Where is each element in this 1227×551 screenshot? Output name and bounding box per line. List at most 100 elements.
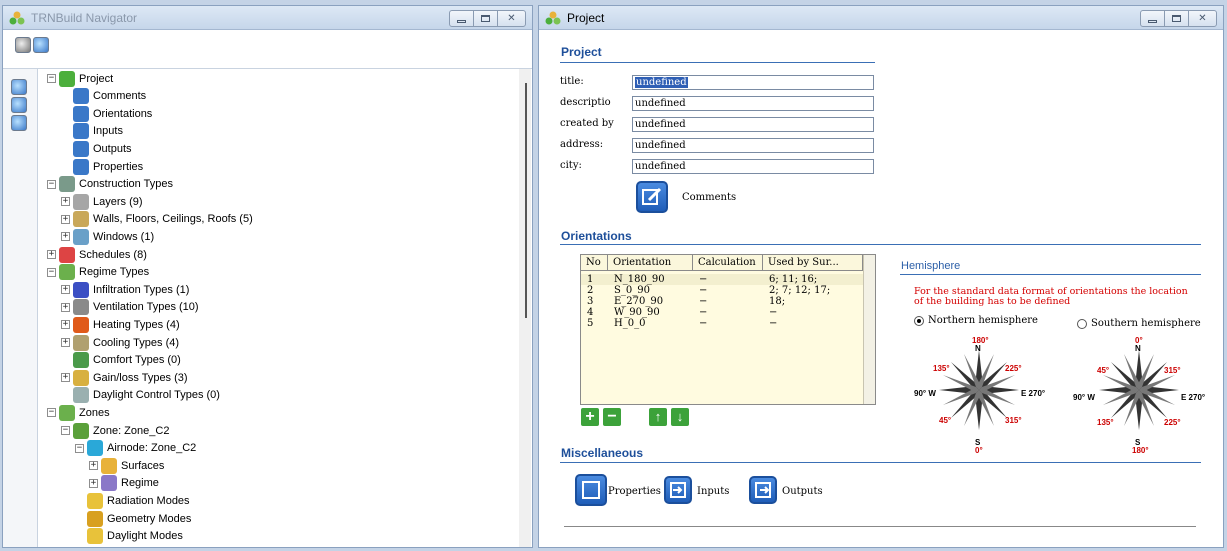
collapse-icon[interactable]: −	[47, 179, 56, 189]
tree-node-icon	[73, 369, 89, 386]
tree-node[interactable]: Comfort Types (0)	[61, 352, 181, 369]
expand-icon[interactable]: +	[61, 232, 70, 242]
tree-node[interactable]: − Construction Types	[47, 176, 173, 193]
table-row[interactable]: 3 E_270_90 − 18;	[581, 296, 863, 307]
tree-node[interactable]: Radiation Modes	[75, 492, 190, 509]
trnbuild-logo-icon	[9, 11, 25, 28]
move-up-button[interactable]: ↑	[649, 408, 667, 426]
tree-node[interactable]: − Zones	[47, 404, 110, 421]
tree-node[interactable]: + Layers (9)	[61, 193, 143, 210]
expand-icon[interactable]: +	[61, 338, 70, 347]
collapse-icon[interactable]: −	[47, 267, 56, 277]
navigator-titlebar: TRNBuild Navigator ✕	[3, 6, 532, 30]
maximize-button[interactable]	[474, 11, 498, 26]
tree-node[interactable]: + Ventilation Types (10)	[61, 299, 199, 316]
table-row[interactable]: 5 H_0_0 − −	[581, 318, 863, 329]
zoom-out-icon[interactable]	[11, 115, 27, 131]
table-header[interactable]: No	[581, 255, 608, 271]
field-input[interactable]: undefined	[632, 159, 874, 174]
close-button[interactable]: ✕	[498, 11, 525, 26]
table-header[interactable]: Calculation	[693, 255, 763, 271]
tree-node-label: Zones	[79, 406, 110, 419]
collapse-icon[interactable]: −	[47, 408, 56, 418]
northern-radio-dot[interactable]	[914, 315, 924, 326]
tree-node[interactable]: − Regime Types	[47, 264, 149, 281]
expand-icon[interactable]: +	[61, 197, 70, 207]
tree-node[interactable]: − Zone: Zone_C2	[61, 422, 169, 439]
tree-node[interactable]: Properties	[61, 158, 143, 175]
field-input[interactable]: undefined	[632, 117, 874, 132]
outputs-button[interactable]	[749, 476, 777, 504]
tree-node[interactable]: + Infiltration Types (1)	[61, 281, 189, 298]
navigator-toolbar	[3, 31, 532, 69]
southern-hemisphere-radio[interactable]: Southern hemisphere	[1077, 318, 1201, 329]
move-down-button[interactable]: ↓	[671, 408, 689, 426]
expand-icon[interactable]: +	[47, 250, 56, 259]
tree-node[interactable]: Orientations	[61, 105, 152, 122]
table-row[interactable]: 1 N_180_90 − 6; 11; 16;	[581, 274, 863, 285]
minimize-button[interactable]	[1141, 11, 1165, 26]
tree-node-icon	[59, 404, 75, 421]
expand-icon[interactable]: +	[89, 461, 98, 471]
tree-node[interactable]: Outputs	[61, 140, 132, 157]
add-orientation-button[interactable]: +	[581, 408, 599, 426]
table-cell: 1	[587, 274, 594, 285]
tree-node[interactable]: + Surfaces	[89, 457, 164, 474]
tree-node[interactable]: + Windows (1)	[61, 228, 154, 245]
tree-node[interactable]: + Walls, Floors, Ceilings, Roofs (5)	[61, 211, 253, 228]
tree-node[interactable]: + Schedules (8)	[47, 246, 147, 263]
collapse-icon[interactable]: −	[47, 74, 56, 83]
table-row[interactable]: 2 S_0_90 − 2; 7; 12; 17;	[581, 285, 863, 296]
field-input[interactable]: undefined	[632, 75, 874, 90]
field-input[interactable]: undefined	[632, 138, 874, 153]
maximize-button[interactable]	[1165, 11, 1189, 26]
tree-node[interactable]: − Airnode: Zone_C2	[75, 440, 196, 457]
tree-node[interactable]: Daylight Modes	[75, 528, 183, 545]
field-input[interactable]: undefined	[632, 96, 874, 111]
tree-node[interactable]: + Gain/loss Types (3)	[61, 369, 188, 386]
tree-node[interactable]: + Regime	[89, 475, 159, 492]
inputs-button[interactable]	[664, 476, 692, 504]
tree-node-label: Surfaces	[121, 459, 165, 472]
expand-icon[interactable]: +	[89, 478, 98, 488]
close-button[interactable]: ✕	[1189, 11, 1216, 26]
scrollbar-thumb[interactable]	[525, 83, 527, 318]
table-header[interactable]: Used by Sur...	[763, 255, 863, 271]
field-value: undefined	[635, 77, 688, 88]
expand-icon[interactable]: +	[61, 214, 70, 224]
southern-radio-dot[interactable]	[1077, 318, 1087, 329]
zoom-in-icon[interactable]	[11, 97, 27, 113]
table-header[interactable]: Orientation	[608, 255, 693, 271]
navigator-scrollbar[interactable]	[519, 69, 531, 547]
globe-icon[interactable]	[11, 79, 27, 95]
tree-node-icon	[73, 158, 89, 175]
expand-icon[interactable]: +	[61, 320, 70, 330]
tree-node[interactable]: Daylight Control Types (0)	[61, 387, 220, 404]
expand-icon[interactable]: +	[61, 285, 70, 295]
tree-node-icon	[73, 88, 89, 105]
orientations-table-scrollbar[interactable]	[863, 255, 875, 404]
expand-icon[interactable]: +	[61, 373, 70, 383]
open-icon[interactable]	[15, 37, 31, 53]
collapse-icon[interactable]: −	[75, 443, 84, 453]
save-icon[interactable]	[33, 37, 49, 53]
tree-node[interactable]: Inputs	[61, 123, 123, 140]
properties-button[interactable]	[575, 474, 607, 506]
northern-hemisphere-radio[interactable]: Northern hemisphere	[914, 315, 1038, 326]
expand-icon[interactable]: +	[61, 302, 70, 312]
tree-node-label: Daylight Control Types (0)	[93, 389, 220, 402]
tree-node[interactable]: + Cooling Types (4)	[61, 334, 179, 351]
tree-node[interactable]: + Heating Types (4)	[61, 316, 180, 333]
comments-button[interactable]	[636, 181, 668, 213]
table-row[interactable]: 4 W_90_90 − −	[581, 307, 863, 318]
tree-node[interactable]: Comments	[61, 88, 146, 105]
collapse-icon[interactable]: −	[61, 426, 70, 435]
tree-node[interactable]: Geometry Modes	[75, 510, 191, 527]
tree-node[interactable]: − Project	[47, 70, 113, 87]
tree-node-label: Radiation Modes	[107, 494, 190, 507]
table-cell: H_0_0	[614, 318, 646, 329]
minimize-button[interactable]	[450, 11, 474, 26]
remove-orientation-button[interactable]: −	[603, 408, 621, 426]
table-cell: −	[769, 307, 778, 318]
